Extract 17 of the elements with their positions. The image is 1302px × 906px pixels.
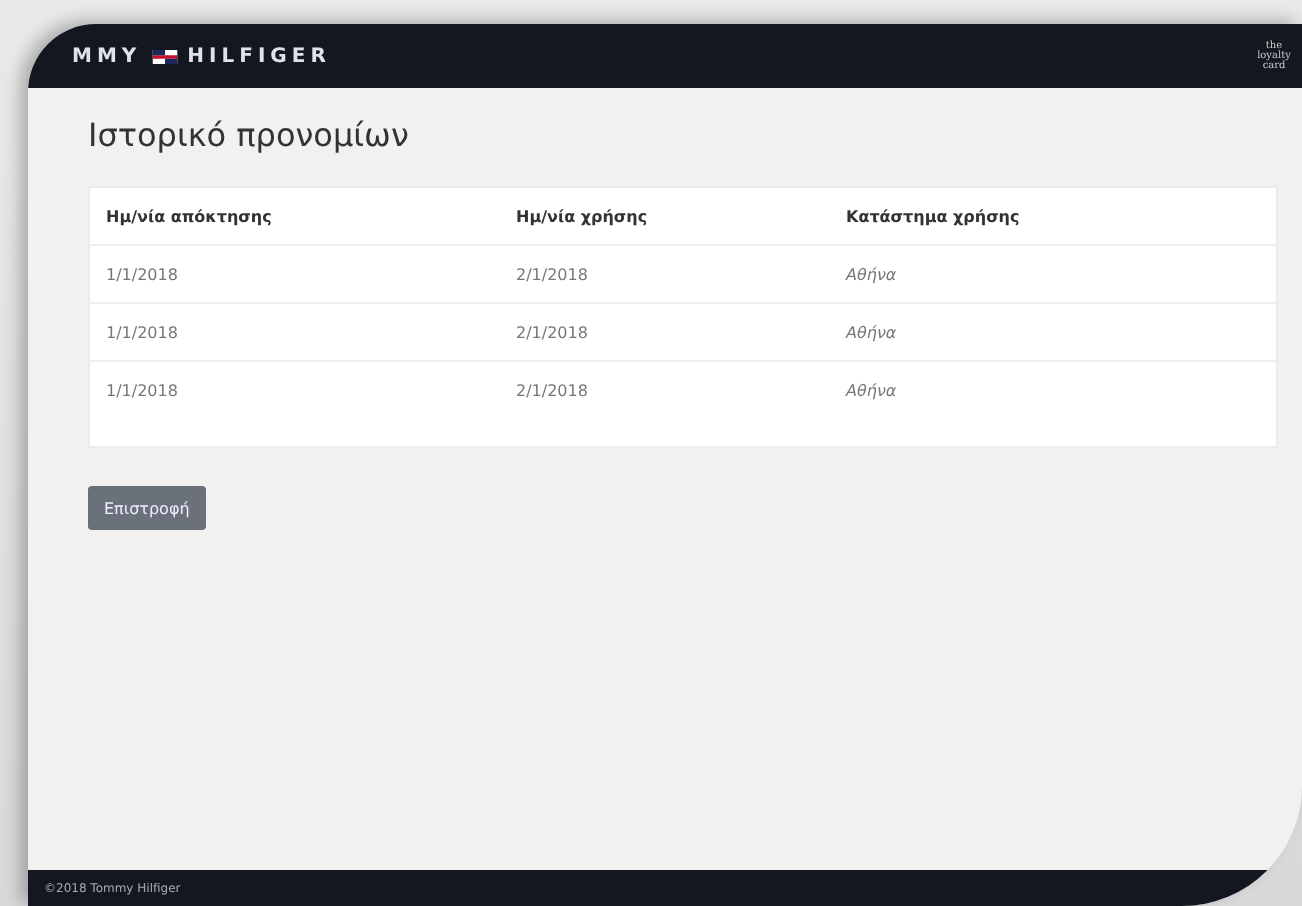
table-cell-text: 2/1/2018 bbox=[516, 381, 590, 399]
table-cell-text: 2/1/2018 bbox=[516, 265, 590, 283]
table-cell-text: Αθήνα bbox=[846, 265, 899, 283]
back-button[interactable]: Επιστροφή bbox=[88, 486, 206, 530]
table-cell-text: Αθήνα bbox=[846, 381, 899, 399]
table-cell-text: 1/1/2018 bbox=[106, 265, 180, 283]
table-cell-text: 1/1/2018 bbox=[106, 381, 180, 399]
column-header: Ημ/νία χρήσης bbox=[516, 207, 650, 225]
page-title: Ιστορικό προνομίων bbox=[88, 116, 411, 154]
table-cell-text: Αθήνα bbox=[846, 323, 899, 341]
column-header: Κατάστημα χρήσης bbox=[846, 207, 1022, 225]
table-cell-text: 2/1/2018 bbox=[516, 323, 590, 341]
flag-icon bbox=[151, 49, 178, 63]
table-cell-text: 1/1/2018 bbox=[106, 323, 180, 341]
column-header: Ημ/νία απόκτησης bbox=[106, 207, 274, 225]
brand-logo-text: MMY bbox=[72, 45, 142, 67]
brand-logo-text: HILFIGER bbox=[187, 45, 331, 67]
